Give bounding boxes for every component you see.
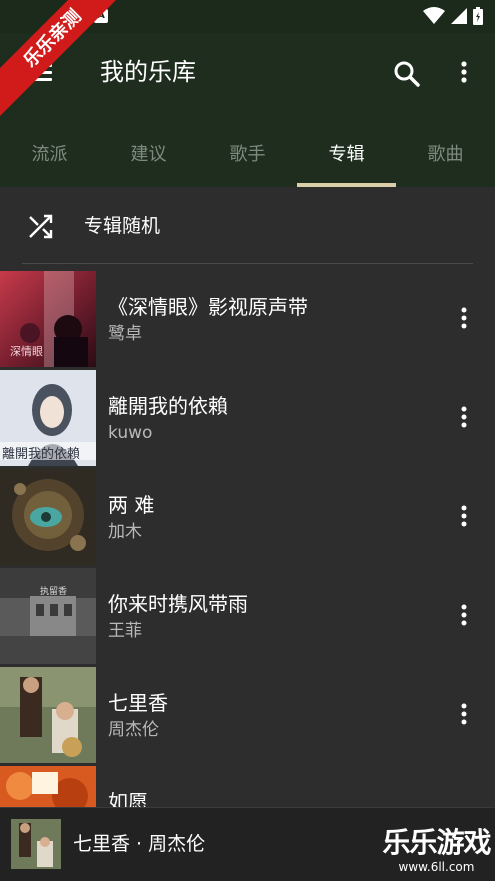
app-bar: 我的乐库 流派 建议 歌手 专辑 歌曲 <box>0 33 495 187</box>
more-vert-icon[interactable] <box>452 503 476 531</box>
album-page: 专辑随机 深情眼 《深情眼》影视原声带 鹭卓 離開我的依賴 離開我的依賴 kuw… <box>0 187 495 807</box>
album-cover: 離開我的依賴 <box>0 370 96 466</box>
album-title: 七里香 <box>108 691 168 715</box>
shuffle-icon <box>29 214 53 239</box>
album-artist: 周杰伦 <box>108 720 159 740</box>
overflow-menu-button[interactable] <box>452 57 476 91</box>
tab-bar: 流派 建议 歌手 专辑 歌曲 <box>0 133 495 187</box>
menu-button[interactable] <box>22 57 58 87</box>
status-icons <box>423 7 483 25</box>
more-vert-icon[interactable] <box>452 602 476 630</box>
list-item[interactable]: 两 难 加木 <box>0 469 495 568</box>
wifi-icon <box>423 7 445 24</box>
tab-albums[interactable]: 专辑 <box>297 133 396 187</box>
tab-songs[interactable]: 歌曲 <box>396 133 495 187</box>
tab-suggestions[interactable]: 建议 <box>99 133 198 187</box>
album-title: 如愿 <box>108 790 148 807</box>
now-playing-text: 七里香 · 周杰伦 <box>73 833 206 855</box>
album-title: 離開我的依賴 <box>108 394 228 418</box>
album-artist: 王菲 <box>108 621 142 641</box>
status-bar: A <box>0 0 495 33</box>
more-vert-icon[interactable] <box>452 701 476 729</box>
list-item[interactable]: 深情眼 《深情眼》影视原声带 鹭卓 <box>0 271 495 370</box>
album-artist: kuwo <box>108 423 153 443</box>
battery-icon <box>473 7 483 25</box>
shuffle-label: 专辑随机 <box>84 215 161 237</box>
tab-genres[interactable]: 流派 <box>0 133 99 187</box>
album-list: 深情眼 《深情眼》影视原声带 鹭卓 離開我的依賴 離開我的依賴 kuwo 两 难… <box>0 271 495 807</box>
shuffle-albums-button[interactable]: 专辑随机 <box>0 187 495 263</box>
now-playing-cover <box>11 819 61 869</box>
svg-text:離開我的依賴: 離開我的依賴 <box>2 446 80 462</box>
signal-icon <box>451 8 467 24</box>
menu-icon <box>26 64 52 67</box>
keyboard-indicator-icon: A <box>94 9 108 23</box>
more-vert-icon[interactable] <box>452 305 476 333</box>
album-title: 你来时携风带雨 <box>108 592 248 616</box>
album-title: 两 难 <box>108 493 155 517</box>
album-artist: 鹭卓 <box>108 324 142 344</box>
list-item[interactable]: 执留香 你来时携风带雨 王菲 <box>0 568 495 667</box>
svg-text:执留香: 执留香 <box>40 585 67 597</box>
album-cover: 执留香 <box>0 568 96 664</box>
search-button[interactable] <box>390 57 424 91</box>
page-title: 我的乐库 <box>100 58 196 86</box>
more-vert-icon <box>461 61 467 83</box>
list-item[interactable]: 離開我的依賴 離開我的依賴 kuwo <box>0 370 495 469</box>
watermark-url: www.6ll.com <box>398 860 475 874</box>
album-cover <box>0 766 96 807</box>
more-vert-icon[interactable] <box>452 404 476 432</box>
album-cover <box>0 667 96 763</box>
list-item[interactable]: 如愿 <box>0 766 495 807</box>
tab-artists[interactable]: 歌手 <box>198 133 297 187</box>
album-cover: 深情眼 <box>0 271 96 367</box>
list-item[interactable]: 七里香 周杰伦 <box>0 667 495 766</box>
divider <box>22 263 473 264</box>
svg-text:深情眼: 深情眼 <box>10 345 43 358</box>
album-title: 《深情眼》影视原声带 <box>108 295 308 319</box>
album-cover <box>0 469 96 565</box>
watermark-title: 乐乐游戏 <box>382 826 491 859</box>
album-artist: 加木 <box>108 522 142 542</box>
search-icon <box>394 61 420 87</box>
watermark: 乐乐游戏 www.6ll.com <box>378 826 495 881</box>
